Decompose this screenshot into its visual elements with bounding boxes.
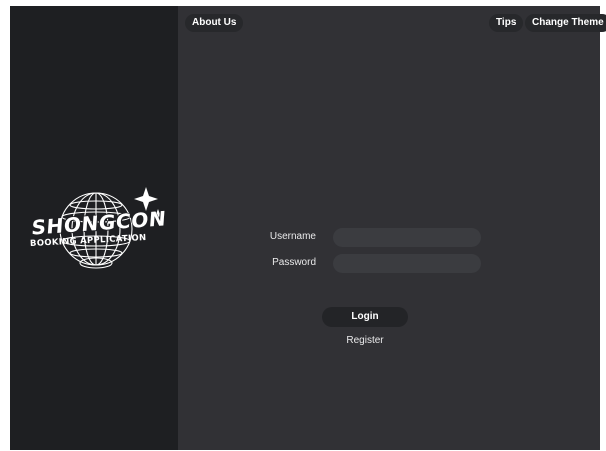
login-button[interactable]: Login xyxy=(322,307,408,327)
app-logo: SHONGCON BOOKING APPLICATION xyxy=(28,181,178,281)
username-field[interactable] xyxy=(333,228,481,247)
sidebar: SHONGCON BOOKING APPLICATION xyxy=(10,6,178,450)
username-label: Username xyxy=(269,231,316,242)
password-label: Password xyxy=(272,257,316,268)
password-field[interactable] xyxy=(333,254,481,273)
change-theme-button[interactable]: Change Theme xyxy=(525,14,606,32)
register-link[interactable]: Register xyxy=(322,335,408,346)
tips-button[interactable]: Tips xyxy=(489,14,524,32)
about-us-button[interactable]: About Us xyxy=(185,14,244,32)
app-window: SHONGCON BOOKING APPLICATION About Us Ti… xyxy=(10,6,606,450)
